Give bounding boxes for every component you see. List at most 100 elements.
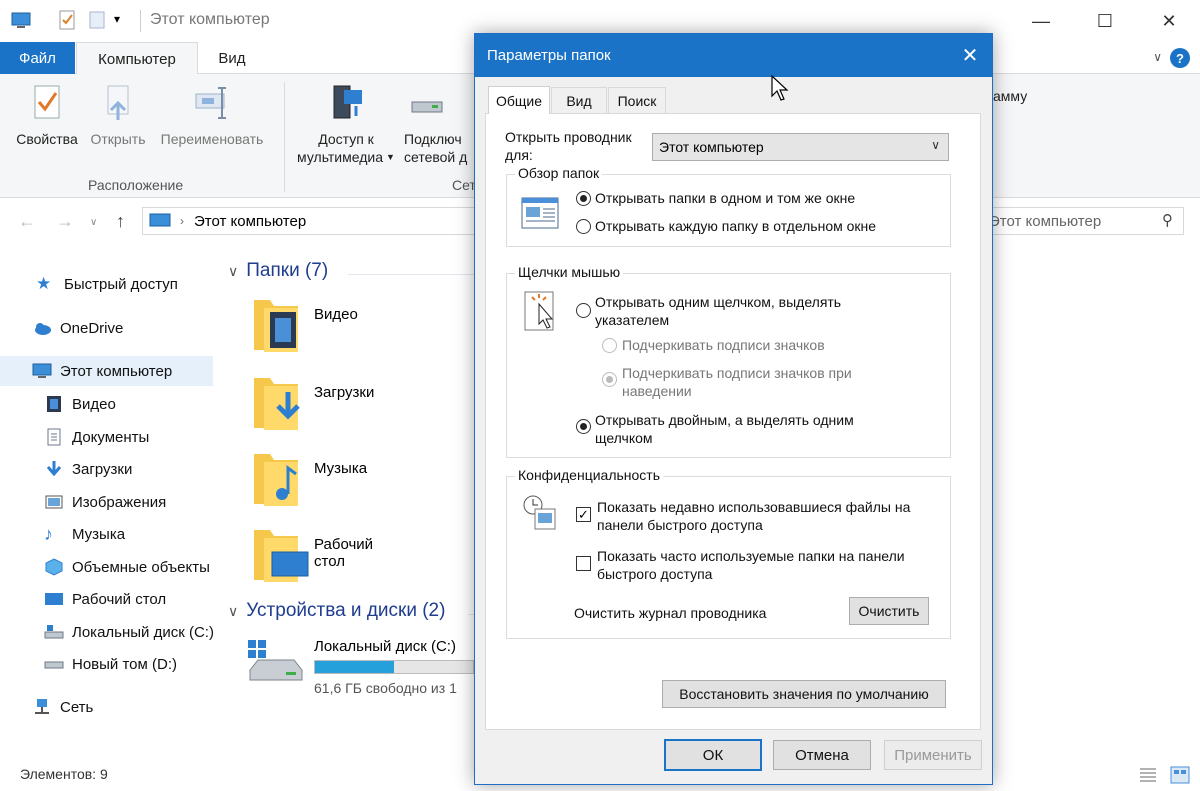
underline-hover-label-2[interactable]: наведении: [622, 382, 692, 400]
map-drive-button[interactable]: Подключ сетевой д: [404, 80, 474, 166]
show-frequent-folders-label-1[interactable]: Показать часто используемые папки на пан…: [597, 547, 905, 565]
browse-new-window-radio[interactable]: [576, 219, 591, 234]
properties-icon: [34, 85, 60, 119]
devices-section-header[interactable]: ∨ Устройства и диски (2): [228, 600, 445, 622]
search-input[interactable]: Этот компьютер ⚲: [978, 207, 1184, 235]
nav-item-label: Загрузки: [72, 460, 133, 478]
show-frequent-folders-checkbox[interactable]: [576, 556, 591, 571]
program-button-label-partial[interactable]: амму: [993, 88, 1027, 104]
single-click-radio[interactable]: [576, 303, 591, 318]
single-click-label-2[interactable]: указателем: [595, 311, 669, 329]
nav-item-downloads[interactable]: Загрузки: [0, 454, 213, 484]
apply-button[interactable]: Применить: [884, 740, 982, 770]
open-explorer-select[interactable]: Этот компьютер ∨: [652, 133, 949, 161]
network-drive-icon: [411, 101, 443, 113]
ok-button[interactable]: ОК: [664, 739, 762, 771]
tab-view[interactable]: Вид: [551, 87, 607, 114]
nav-item-videos[interactable]: Видео: [0, 389, 213, 419]
nav-item-onedrive[interactable]: OneDrive: [0, 313, 213, 343]
underline-always-radio[interactable]: [602, 338, 617, 353]
underline-always-label[interactable]: Подчеркивать подписи значков: [622, 336, 825, 354]
computer-icon: [32, 363, 52, 378]
up-arrow-icon[interactable]: ↑: [116, 211, 125, 232]
maximize-button[interactable]: ☐: [1082, 6, 1128, 36]
show-frequent-folders-label-2[interactable]: быстрого доступа: [597, 565, 712, 583]
large-icons-view-icon[interactable]: [1170, 766, 1190, 784]
help-button[interactable]: ?: [1170, 48, 1190, 68]
rename-button[interactable]: Переименовать: [152, 80, 272, 148]
dialog-close-button[interactable]: ✕: [948, 34, 992, 77]
open-button[interactable]: Открыть: [84, 80, 152, 148]
folder-downloads[interactable]: Загрузки: [252, 370, 374, 434]
tab-computer[interactable]: Компьютер: [76, 42, 198, 75]
single-click-label-1[interactable]: Открывать одним щелчком, выделять: [595, 293, 841, 311]
close-button[interactable]: ✕: [1146, 6, 1192, 36]
restore-defaults-button[interactable]: Восстановить значения по умолчанию: [662, 680, 946, 708]
show-recent-files-label-2[interactable]: панели быстрого доступа: [597, 516, 763, 534]
cancel-button[interactable]: Отмена: [773, 740, 871, 770]
browse-same-window-radio[interactable]: [576, 191, 591, 206]
properties-quick-icon[interactable]: [56, 9, 78, 31]
media-access-label-2: мультимедиа: [297, 149, 384, 165]
folder-videos[interactable]: Видео: [252, 292, 358, 356]
folder-download-icon: [254, 378, 300, 430]
underline-hover-radio[interactable]: [602, 372, 617, 387]
nav-item-label: Локальный диск (C:): [72, 623, 213, 641]
forward-arrow-icon[interactable]: →: [56, 211, 74, 232]
computer-icon[interactable]: [10, 9, 32, 31]
browse-folders-title: Обзор папок: [515, 165, 603, 181]
media-access-button[interactable]: Доступ к мультимедиа ▼: [288, 80, 404, 166]
browse-same-window-label[interactable]: Открывать папки в одном и том же окне: [595, 189, 855, 207]
drive-c-tile[interactable]: Локальный диск (C:) 61,6 ГБ свободно из …: [246, 638, 474, 696]
browse-new-window-label[interactable]: Открывать каждую папку в отдельном окне: [595, 217, 876, 235]
section-divider: [348, 274, 478, 275]
underline-hover-label-1[interactable]: Подчеркивать подписи значков при: [622, 364, 852, 382]
nav-item-drive-c[interactable]: Локальный диск (C:): [0, 617, 213, 647]
nav-item-music[interactable]: ♪ Музыка: [0, 519, 213, 549]
drive-usage-bar: [314, 660, 474, 674]
nav-item-this-pc[interactable]: Этот компьютер: [0, 356, 213, 386]
title-divider: [140, 10, 141, 32]
nav-item-pictures[interactable]: Изображения: [0, 487, 213, 517]
double-click-radio[interactable]: [576, 419, 591, 434]
back-arrow-icon[interactable]: ←: [18, 211, 36, 232]
ribbon-expand-chevron-icon[interactable]: ∨: [1153, 50, 1162, 64]
folders-section-header[interactable]: ∨ Папки (7): [228, 260, 328, 282]
double-click-label-1[interactable]: Открывать двойным, а выделять одним: [595, 411, 854, 429]
folder-music[interactable]: Музыка: [252, 446, 367, 510]
tab-search[interactable]: Поиск: [608, 87, 666, 114]
rename-icon: [195, 87, 226, 119]
nav-item-network[interactable]: Сеть: [0, 692, 213, 722]
folder-desktop[interactable]: Рабочий стол: [252, 522, 373, 586]
customize-toolbar-chevron-icon[interactable]: ▾: [114, 12, 120, 26]
media-access-label-1: Доступ к: [318, 131, 374, 147]
clear-history-button[interactable]: Очистить: [849, 597, 929, 625]
nav-item-desktop[interactable]: Рабочий стол: [0, 584, 213, 614]
tab-file[interactable]: Файл: [0, 42, 75, 74]
show-recent-files-checkbox[interactable]: ✓: [576, 507, 591, 522]
details-view-icon[interactable]: [1138, 766, 1158, 784]
nav-item-quick-access[interactable]: ★ Быстрый доступ: [0, 269, 213, 299]
drive-name: Локальный диск (C:): [314, 638, 456, 655]
tab-general[interactable]: Общие: [488, 86, 550, 114]
drive-icon: [44, 625, 64, 639]
minimize-button[interactable]: —: [1018, 6, 1064, 36]
recent-locations-chevron-icon[interactable]: ∨: [90, 217, 97, 228]
open-label: Открыть: [90, 131, 146, 147]
new-folder-quick-icon[interactable]: [86, 9, 108, 31]
properties-button[interactable]: Свойства: [8, 80, 86, 148]
window-title: Этот компьютер: [150, 11, 270, 28]
navigation-pane: ★ Быстрый доступ OneDrive Этот компьютер…: [0, 252, 215, 760]
open-explorer-value: Этот компьютер: [659, 139, 764, 155]
mouse-clicks-title: Щелчки мышью: [515, 264, 624, 280]
browse-folders-icon: [521, 197, 559, 229]
tab-view[interactable]: Вид: [200, 42, 264, 74]
double-click-label-2[interactable]: щелчком: [595, 429, 653, 447]
video-icon: [47, 396, 61, 412]
show-recent-files-label-1[interactable]: Показать недавно использовавшиеся файлы …: [597, 498, 910, 516]
nav-item-label: Изображения: [72, 493, 167, 511]
nav-item-drive-d[interactable]: Новый том (D:): [0, 649, 213, 679]
nav-item-documents[interactable]: Документы: [0, 422, 213, 452]
privacy-group: Конфиденциальность ✓ Показать недавно ис…: [506, 467, 951, 639]
nav-item-3d-objects[interactable]: Объемные объекты: [0, 552, 213, 582]
